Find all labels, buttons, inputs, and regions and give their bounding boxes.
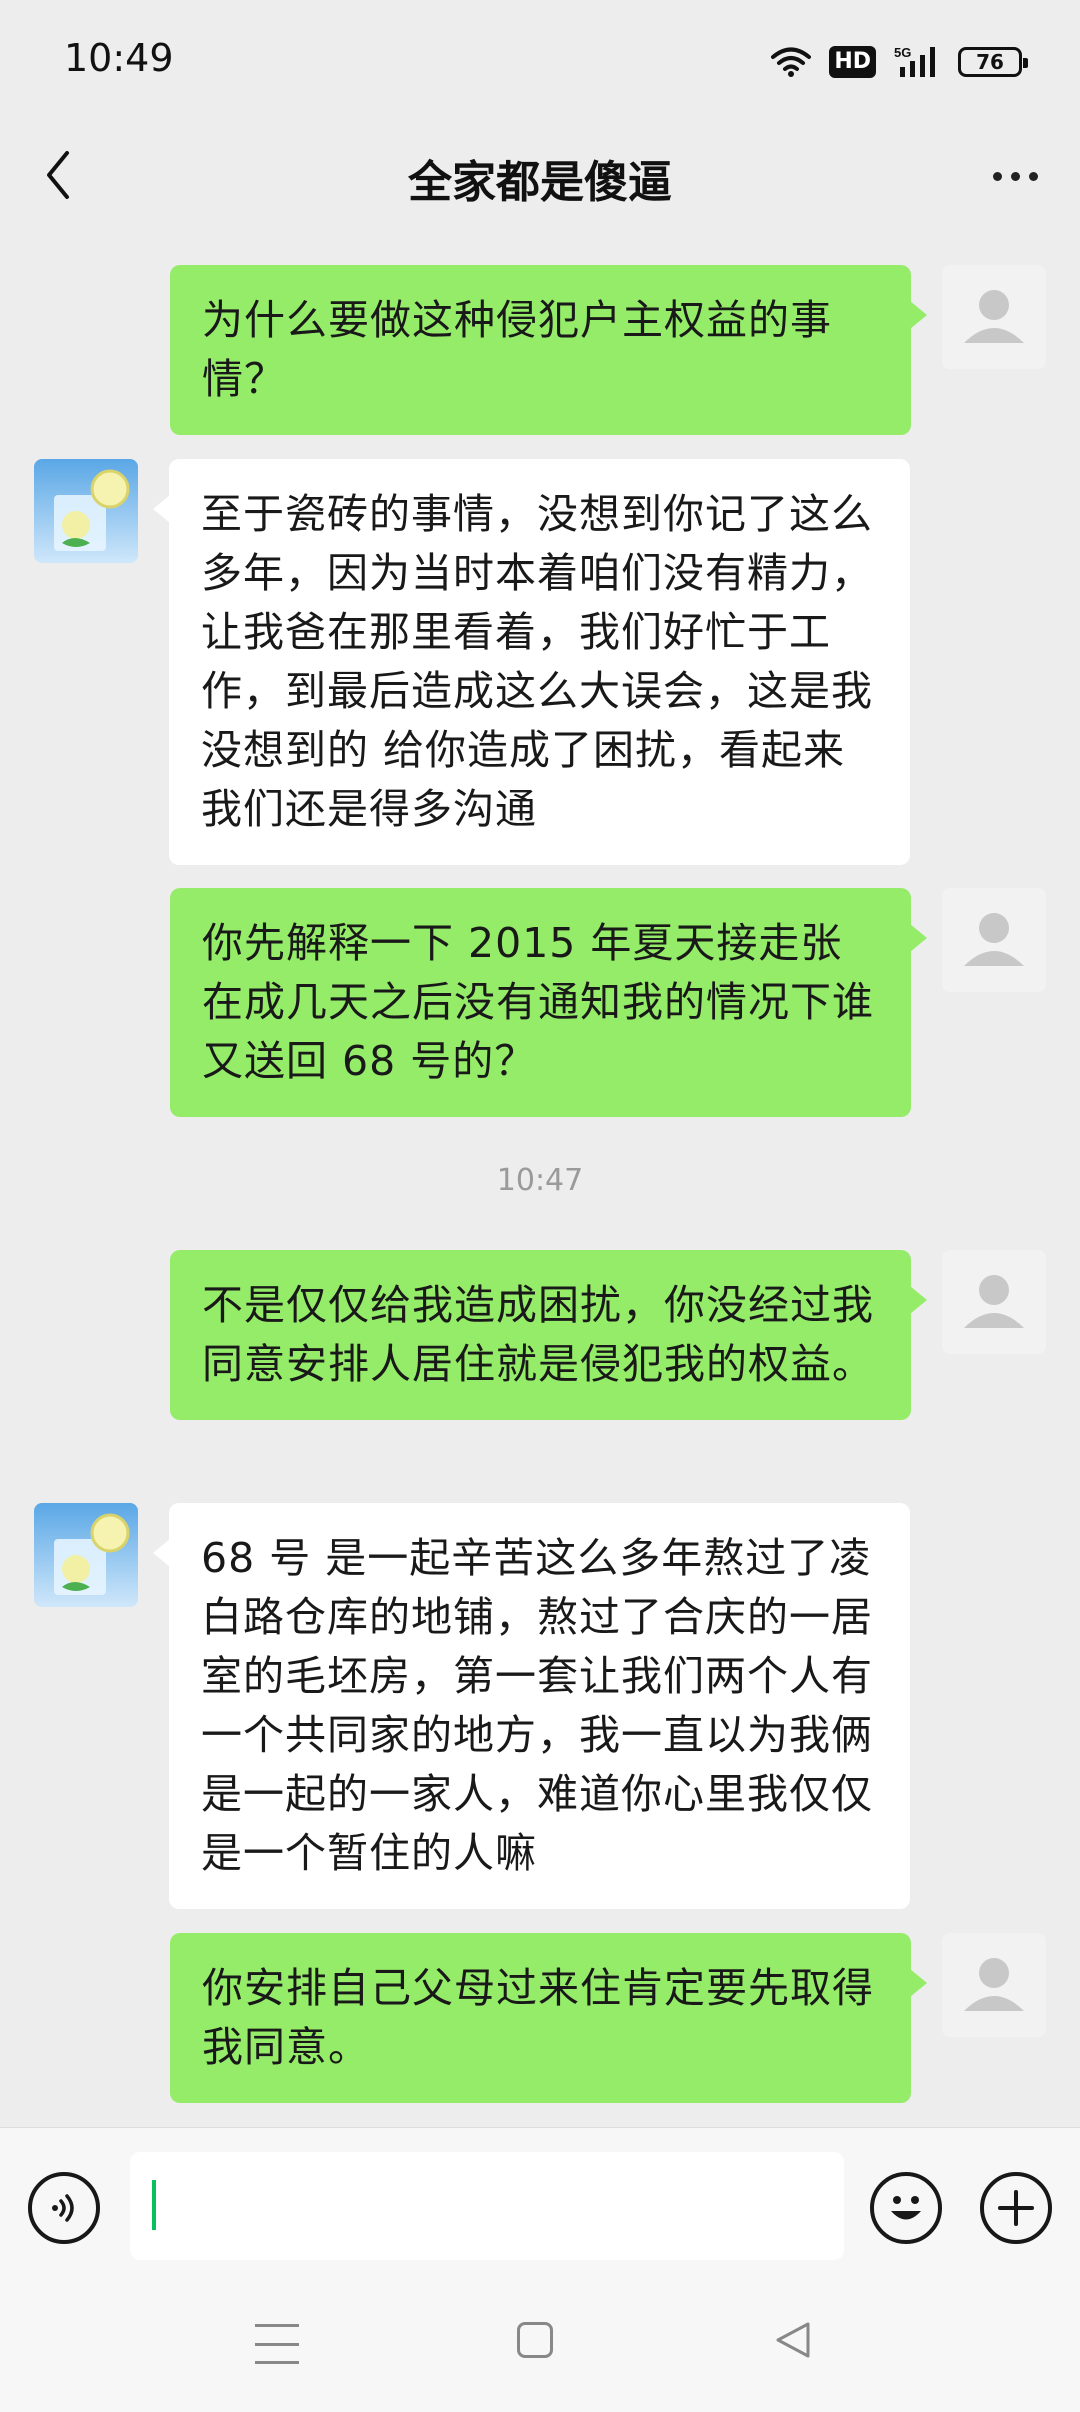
my-avatar[interactable] xyxy=(942,888,1046,992)
menu-line-icon xyxy=(255,2342,299,2346)
my-avatar[interactable] xyxy=(942,1250,1046,1354)
default-avatar-icon xyxy=(942,265,1046,369)
emoji-button[interactable] xyxy=(870,2172,942,2244)
system-navigation-bar xyxy=(0,2284,1080,2412)
message-text: 68 号 是一起辛苦这么多年熬过了凌白路仓库的地铺，熬过了合庆的一居室的毛坯房，… xyxy=(201,1534,873,1877)
dot-icon xyxy=(992,171,1002,181)
message-list[interactable]: 为什么要做这种侵犯户主权益的事情？ 至于瓷砖的事情，没想到你记了这么多年，因为当… xyxy=(0,235,1080,2125)
more-options-button[interactable] xyxy=(980,148,1050,204)
message-bubble-outgoing[interactable]: 为什么要做这种侵犯户主权益的事情？ xyxy=(170,265,927,435)
hd-badge: HD xyxy=(829,46,876,78)
smiley-icon xyxy=(891,2196,921,2220)
message-bubble-outgoing[interactable]: 你先解释一下 2015 年夏天接走张在成几天之后没有通知我的情况下谁又送回 68… xyxy=(170,888,927,1117)
dot-icon xyxy=(1010,171,1020,181)
message-bubble-incoming[interactable]: 68 号 是一起辛苦这么多年熬过了凌白路仓库的地铺，熬过了合庆的一居室的毛坯房，… xyxy=(153,1503,910,1909)
status-time: 10:49 xyxy=(64,36,174,80)
status-bar: 10:49 HD 5G 76 xyxy=(0,0,1080,120)
message-timestamp: 10:47 xyxy=(496,1163,584,1198)
battery-icon: 76 xyxy=(958,47,1028,77)
default-avatar-icon xyxy=(942,888,1046,992)
system-back-button[interactable] xyxy=(774,2320,812,2364)
wifi-icon xyxy=(771,46,812,78)
chat-title: 全家都是傻逼 xyxy=(408,157,672,208)
menu-line-icon xyxy=(255,2324,299,2327)
message-bubble-outgoing[interactable]: 你安排自己父母过来住肯定要先取得我同意。 xyxy=(170,1933,927,2103)
message-bubble-outgoing[interactable]: 不是仅仅给我造成困扰，你没经过我同意安排人居住就是侵犯我的权益。 xyxy=(170,1250,927,1420)
my-avatar[interactable] xyxy=(942,1933,1046,2037)
status-icons: HD 5G 76 xyxy=(771,40,1028,84)
add-more-button[interactable] xyxy=(980,2172,1052,2244)
home-button[interactable] xyxy=(517,2322,553,2358)
battery-level: 76 xyxy=(976,50,1004,74)
recent-apps-button[interactable] xyxy=(255,2324,299,2364)
message-text: 你先解释一下 2015 年夏天接走张在成几天之后没有通知我的情况下谁又送回 68… xyxy=(202,919,874,1085)
dot-icon xyxy=(1028,171,1038,181)
voice-icon xyxy=(52,2194,74,2222)
text-cursor xyxy=(152,2180,156,2230)
default-avatar-icon xyxy=(942,1933,1046,2037)
message-text: 不是仅仅给我造成困扰，你没经过我同意安排人居住就是侵犯我的权益。 xyxy=(202,1281,874,1388)
message-bubble-incoming[interactable]: 至于瓷砖的事情，没想到你记了这么多年，因为当时本着咱们没有精力，让我爸在那里看着… xyxy=(153,459,910,865)
chat-header: 全家都是傻逼 xyxy=(0,120,1080,235)
signal-icon: 5G xyxy=(894,45,940,79)
contact-avatar[interactable] xyxy=(34,1503,138,1607)
plus-icon xyxy=(998,2190,1034,2226)
message-text: 至于瓷砖的事情，没想到你记了这么多年，因为当时本着咱们没有精力，让我爸在那里看着… xyxy=(201,490,873,833)
message-text: 你安排自己父母过来住肯定要先取得我同意。 xyxy=(202,1964,874,2071)
menu-line-icon xyxy=(255,2361,299,2364)
lemon-drink-avatar-icon xyxy=(34,1503,138,1607)
message-input[interactable] xyxy=(130,2152,844,2260)
default-avatar-icon xyxy=(942,1250,1046,1354)
voice-input-button[interactable] xyxy=(28,2172,100,2244)
network-label: 5G xyxy=(894,45,911,60)
input-bar xyxy=(0,2127,1080,2285)
my-avatar[interactable] xyxy=(942,265,1046,369)
triangle-back-icon xyxy=(776,2322,810,2358)
contact-avatar[interactable] xyxy=(34,459,138,563)
lemon-drink-avatar-icon xyxy=(34,459,138,563)
message-text: 为什么要做这种侵犯户主权益的事情？ xyxy=(202,296,832,403)
